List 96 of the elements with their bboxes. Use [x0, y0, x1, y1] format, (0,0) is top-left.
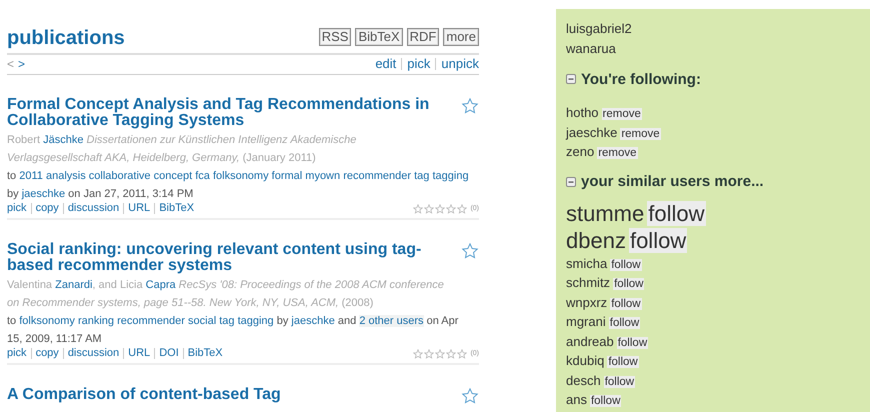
export-button[interactable]: RDF: [406, 28, 440, 46]
export-button[interactable]: RSS: [318, 28, 352, 46]
post-action-link[interactable]: pick: [7, 203, 31, 214]
tag-link[interactable]: analysis: [46, 170, 86, 182]
star-icon[interactable]: [461, 387, 479, 405]
follow-link[interactable]: follow: [607, 356, 639, 368]
post-action-link[interactable]: BibTeX: [182, 348, 227, 359]
rating-star-icon[interactable]: [446, 204, 456, 214]
star-icon[interactable]: [461, 242, 479, 260]
remove-link[interactable]: remove: [597, 147, 638, 159]
tag-link[interactable]: collaborative: [88, 170, 151, 182]
post-action-link[interactable]: copy: [30, 203, 63, 214]
rating-star-icon[interactable]: [457, 204, 468, 214]
pager-link[interactable]: <: [7, 57, 14, 71]
post-action-link[interactable]: discussion: [62, 348, 124, 359]
tag-link[interactable]: recommender: [343, 170, 412, 182]
tag-link[interactable]: tagging: [238, 315, 274, 327]
list-action-link[interactable]: pick: [401, 58, 436, 70]
follow-link[interactable]: follow: [628, 228, 688, 252]
tag-link[interactable]: ranking: [78, 315, 114, 327]
citation: Valentina Zanardi, and Licia Capra RecSys '08: Proceedings of the 2008 ACM conference on Recommender systems, page 51--58. New York, NY, USA, ACM, (2008): [7, 278, 445, 311]
rating-star-icon[interactable]: [446, 348, 456, 358]
tag-line: to folksonomy ranking recommender social tag tagging by jaeschke and 2 other users on Apr 15, 2009, 11:17 AM: [7, 314, 460, 347]
follow-link[interactable]: follow: [610, 258, 642, 270]
post-action-link[interactable]: URL: [123, 203, 154, 214]
user-name[interactable]: schmitz: [566, 275, 610, 290]
user-name[interactable]: wnpxrz: [566, 294, 608, 310]
follow-link[interactable]: follow: [616, 336, 648, 348]
tag-link[interactable]: tag: [219, 315, 234, 327]
user-name[interactable]: stumme: [566, 200, 644, 226]
user-name[interactable]: jaeschke: [566, 124, 618, 140]
post-action-link[interactable]: discussion: [62, 203, 124, 214]
post-title[interactable]: Formal Concept Analysis and Tag Recommendations in Collaborative Tagging Systems: [7, 97, 445, 129]
star-icon[interactable]: [461, 97, 479, 115]
remove-link[interactable]: remove: [620, 128, 661, 140]
tag-link[interactable]: tag: [414, 170, 430, 182]
follow-link[interactable]: follow: [604, 376, 636, 388]
user-name[interactable]: andreab: [566, 334, 614, 348]
follow-link[interactable]: follow: [608, 317, 640, 329]
section-heading: your similar users more...: [581, 173, 764, 190]
follow-link[interactable]: follow: [613, 278, 644, 290]
tag-link[interactable]: myown: [305, 170, 340, 182]
rating-star-icon[interactable]: [413, 204, 424, 214]
tag-link[interactable]: fca: [195, 170, 210, 182]
author-link[interactable]: Capra: [146, 279, 176, 291]
export-button[interactable]: more: [443, 28, 479, 46]
post-action-link[interactable]: copy: [30, 348, 63, 359]
rating-star-icon[interactable]: [435, 348, 446, 358]
user-name[interactable]: zeno: [566, 144, 594, 159]
tag-link[interactable]: 2011: [19, 170, 43, 182]
rating-star-icon[interactable]: [424, 348, 434, 358]
tag-link[interactable]: social: [188, 315, 216, 327]
remove-link[interactable]: remove: [602, 108, 642, 120]
user-name[interactable]: dbenz: [566, 228, 626, 252]
users-link[interactable]: 2 other users: [359, 315, 424, 327]
rating-star-icon[interactable]: [424, 204, 434, 214]
tag-link[interactable]: recommender: [117, 315, 185, 327]
post-title[interactable]: A Comparison of content-based Tag: [7, 387, 445, 403]
user-name[interactable]: wanarua: [566, 39, 860, 59]
user-name[interactable]: hotho: [566, 105, 599, 120]
pager-link[interactable]: >: [18, 57, 26, 71]
tag-link[interactable]: concept: [154, 170, 192, 182]
tag-link[interactable]: jaeschke: [291, 315, 335, 327]
author-link[interactable]: Zanardi: [55, 279, 92, 291]
user-name[interactable]: smicha: [566, 256, 608, 270]
tag-link[interactable]: folksonomy: [19, 315, 75, 327]
list-action-link[interactable]: unpick: [435, 58, 479, 70]
user-name[interactable]: ans: [566, 392, 587, 407]
user-name[interactable]: desch: [566, 372, 601, 388]
tag-line: to 2011 analysis collaborative concept fca folksonomy formal myown recommender tag tagging by jaeschke on Jan 27, 2011, 3:14 PM: [7, 169, 469, 202]
tag-link[interactable]: jaeschke: [22, 188, 66, 200]
list-action-link[interactable]: edit: [375, 58, 402, 70]
collapse-icon[interactable]: [566, 176, 576, 186]
rating-star-icon[interactable]: [413, 348, 424, 358]
export-button[interactable]: BibTeX: [355, 28, 403, 46]
post-action-link[interactable]: DOI: [154, 348, 183, 359]
post-action-link[interactable]: URL: [123, 348, 154, 359]
tag-link[interactable]: folksonomy: [212, 170, 269, 182]
citation: Robert Jäschke Dissertationen zur Künstlichen Intelligenz Akademische Verlagsgesellschaft AKA, Heidelberg, Germany, (January 2011): [7, 133, 358, 166]
post-action-link[interactable]: BibTeX: [154, 203, 198, 214]
tag-link[interactable]: formal: [272, 170, 302, 182]
follow-link[interactable]: follow: [610, 298, 642, 310]
page-title: publications: [7, 26, 125, 50]
rating-star-icon[interactable]: [435, 204, 446, 214]
rating-star-icon[interactable]: [457, 348, 468, 358]
post-action-link[interactable]: pick: [7, 348, 31, 359]
user-name[interactable]: mgrani: [566, 314, 606, 329]
section-heading: You're following:: [581, 70, 701, 88]
author-link[interactable]: Jäschke: [43, 134, 84, 146]
collapse-icon[interactable]: [566, 74, 576, 84]
follow-link[interactable]: follow: [590, 395, 622, 407]
follow-link[interactable]: follow: [647, 200, 706, 226]
user-name[interactable]: kdubiq: [566, 353, 604, 368]
post-title[interactable]: Social ranking: uncovering relevant content using tag-based recommender systems: [7, 242, 445, 274]
tag-link[interactable]: tagging: [432, 170, 469, 182]
user-name[interactable]: luisgabriel2: [566, 19, 860, 39]
